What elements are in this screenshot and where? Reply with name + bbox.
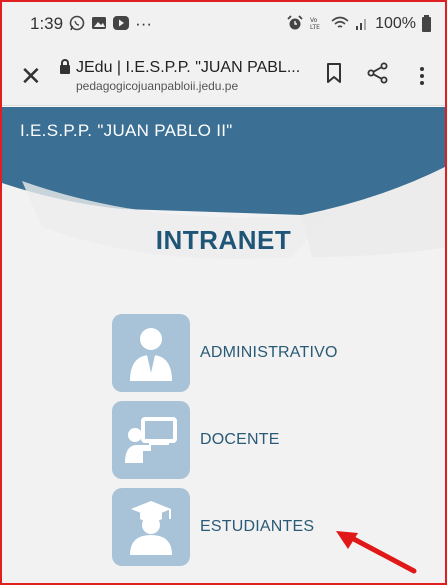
student-icon bbox=[112, 488, 190, 566]
menu-label-estudiantes: ESTUDIANTES bbox=[200, 518, 315, 535]
menu-item-estudiantes[interactable]: ESTUDIANTES bbox=[112, 488, 314, 566]
browser-toolbar: ✕ JEdu | I.E.S.P.P. "JUAN PABL... pedago… bbox=[2, 46, 445, 106]
image-icon bbox=[91, 16, 107, 33]
svg-text:Vo: Vo bbox=[310, 17, 318, 24]
battery-percentage: 100% bbox=[375, 15, 416, 32]
menu-label-docente: DOCENTE bbox=[200, 431, 280, 448]
page-tab-title: JEdu | I.E.S.P.P. "JUAN PABL... bbox=[76, 58, 301, 76]
wifi-icon bbox=[331, 16, 349, 33]
site-name: I.E.S.P.P. "JUAN PABLO II" bbox=[20, 121, 233, 140]
signal-icon bbox=[355, 16, 369, 33]
url-title-row: JEdu | I.E.S.P.P. "JUAN PABL... bbox=[60, 59, 313, 77]
page-title: INTRANET bbox=[155, 225, 292, 255]
menu-label-administrativo: ADMINISTRATIVO bbox=[200, 344, 338, 361]
volte-icon: Vo LTE bbox=[309, 15, 325, 34]
annotation-arrow-icon bbox=[336, 531, 417, 574]
more-icon: ··· bbox=[135, 14, 153, 33]
more-options-icon[interactable] bbox=[411, 66, 433, 85]
status-left: 1:39 ··· bbox=[30, 14, 152, 34]
status-time: 1:39 bbox=[30, 14, 64, 33]
toolbar-actions bbox=[323, 62, 433, 90]
battery-icon bbox=[422, 14, 431, 32]
menu-item-administrativo[interactable]: ADMINISTRATIVO bbox=[112, 314, 338, 392]
status-right: Vo LTE 100% bbox=[287, 14, 431, 34]
teacher-icon bbox=[112, 401, 190, 479]
share-icon[interactable] bbox=[367, 62, 389, 90]
svg-text:LTE: LTE bbox=[310, 24, 320, 31]
whatsapp-icon bbox=[69, 15, 85, 34]
status-bar: 1:39 ··· Vo LTE 100% bbox=[2, 2, 445, 46]
close-icon[interactable]: ✕ bbox=[20, 63, 50, 89]
url-domain: pedagogicojuanpabloii.jedu.pe bbox=[76, 78, 239, 93]
bookmark-icon[interactable] bbox=[323, 62, 345, 89]
menu-item-docente[interactable]: DOCENTE bbox=[112, 401, 280, 479]
lock-icon bbox=[60, 59, 70, 74]
play-icon bbox=[113, 15, 130, 33]
url-bar[interactable]: JEdu | I.E.S.P.P. "JUAN PABL... pedagogi… bbox=[60, 59, 313, 93]
screenshot-frame: 1:39 ··· Vo LTE 100% ✕ JEdu | I.E.S.P.P.… bbox=[0, 0, 447, 585]
administrator-icon bbox=[112, 314, 190, 392]
web-page: I.E.S.P.P. "JUAN PABLO II" INTRANET ADMI… bbox=[2, 107, 445, 583]
alarm-icon bbox=[287, 14, 303, 34]
